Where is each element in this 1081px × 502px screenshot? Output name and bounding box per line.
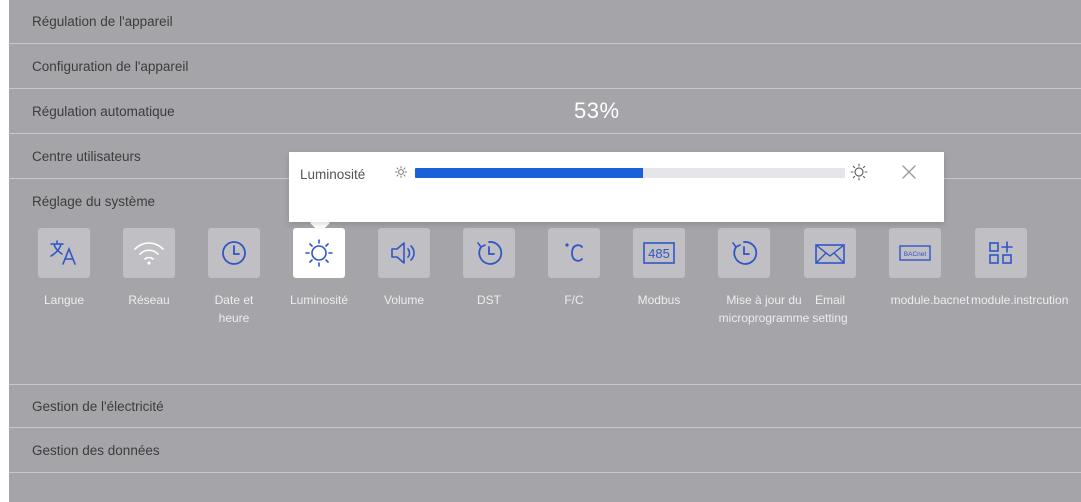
sun-icon bbox=[305, 239, 333, 267]
bacnet-icon-text: BACnet bbox=[904, 251, 927, 258]
menu-device-regulation[interactable]: Régulation de l'appareil bbox=[9, 0, 1081, 44]
system-settings-grid: Langue Réseau Date et heure Luminosité V… bbox=[9, 224, 1081, 384]
menu-label: Régulation de l'appareil bbox=[32, 14, 173, 29]
sun-small-icon bbox=[395, 166, 407, 178]
temperature-unit-tile[interactable] bbox=[548, 228, 600, 278]
menu-auto-regulation[interactable]: Régulation automatique bbox=[9, 90, 1081, 134]
modbus-label: Modbus bbox=[637, 293, 681, 307]
speaker-icon bbox=[391, 242, 415, 264]
email-setting-tile[interactable] bbox=[804, 228, 856, 278]
modbus-485-icon: 485 bbox=[643, 242, 675, 264]
clock-icon bbox=[222, 241, 246, 265]
module-instruction-tile[interactable] bbox=[975, 228, 1027, 278]
settings-screen: Régulation de l'appareil Configuration d… bbox=[9, 0, 1081, 502]
date-time-tile[interactable] bbox=[208, 228, 260, 278]
celsius-icon bbox=[565, 243, 583, 262]
bacnet-label: module.bacnet bbox=[890, 293, 970, 307]
menu-device-configuration[interactable]: Configuration de l'appareil bbox=[9, 45, 1081, 89]
brightness-percent-readout: 53% bbox=[574, 98, 620, 123]
dst-clock-icon bbox=[477, 241, 503, 265]
envelope-icon bbox=[815, 244, 845, 264]
firmware-update-tile[interactable] bbox=[718, 228, 770, 278]
add-module-icon bbox=[989, 241, 1013, 264]
volume-tile[interactable] bbox=[378, 228, 430, 278]
email-setting-label: Email setting bbox=[812, 293, 848, 325]
dst-tile[interactable] bbox=[463, 228, 515, 278]
bacnet-icon: BACnet bbox=[899, 245, 931, 261]
brightness-popup: Luminosité bbox=[289, 152, 944, 222]
language-icon bbox=[50, 240, 76, 265]
modbus-tile[interactable]: 485 bbox=[633, 228, 685, 278]
module-instruction-label: module.instrcution bbox=[971, 293, 1069, 307]
modbus-icon-text: 485 bbox=[648, 246, 670, 261]
menu-label: Gestion de l'électricité bbox=[32, 398, 164, 414]
sun-large-icon bbox=[850, 163, 868, 181]
menu-power-management[interactable]: Gestion de l'électricité bbox=[9, 384, 1081, 428]
brightness-slider-fill bbox=[415, 168, 643, 178]
wifi-icon bbox=[134, 242, 164, 265]
bacnet-tile[interactable]: BACnet bbox=[889, 228, 941, 278]
menu-data-management[interactable]: Gestion des données bbox=[9, 429, 1081, 473]
menu-label: Configuration de l'appareil bbox=[32, 59, 189, 74]
menu-label: Régulation automatique bbox=[32, 104, 175, 119]
popup-title: Luminosité bbox=[300, 167, 366, 182]
firmware-update-icon bbox=[732, 241, 758, 265]
brightness-slider[interactable] bbox=[415, 168, 845, 178]
language-tile[interactable] bbox=[38, 228, 90, 278]
menu-label: Gestion des données bbox=[32, 443, 160, 458]
close-icon[interactable] bbox=[901, 164, 917, 180]
brightness-tile[interactable] bbox=[293, 228, 345, 278]
menu-label: Réglage du système bbox=[32, 193, 156, 209]
menu-label: Centre utilisateurs bbox=[32, 149, 141, 164]
network-tile[interactable] bbox=[123, 228, 175, 278]
